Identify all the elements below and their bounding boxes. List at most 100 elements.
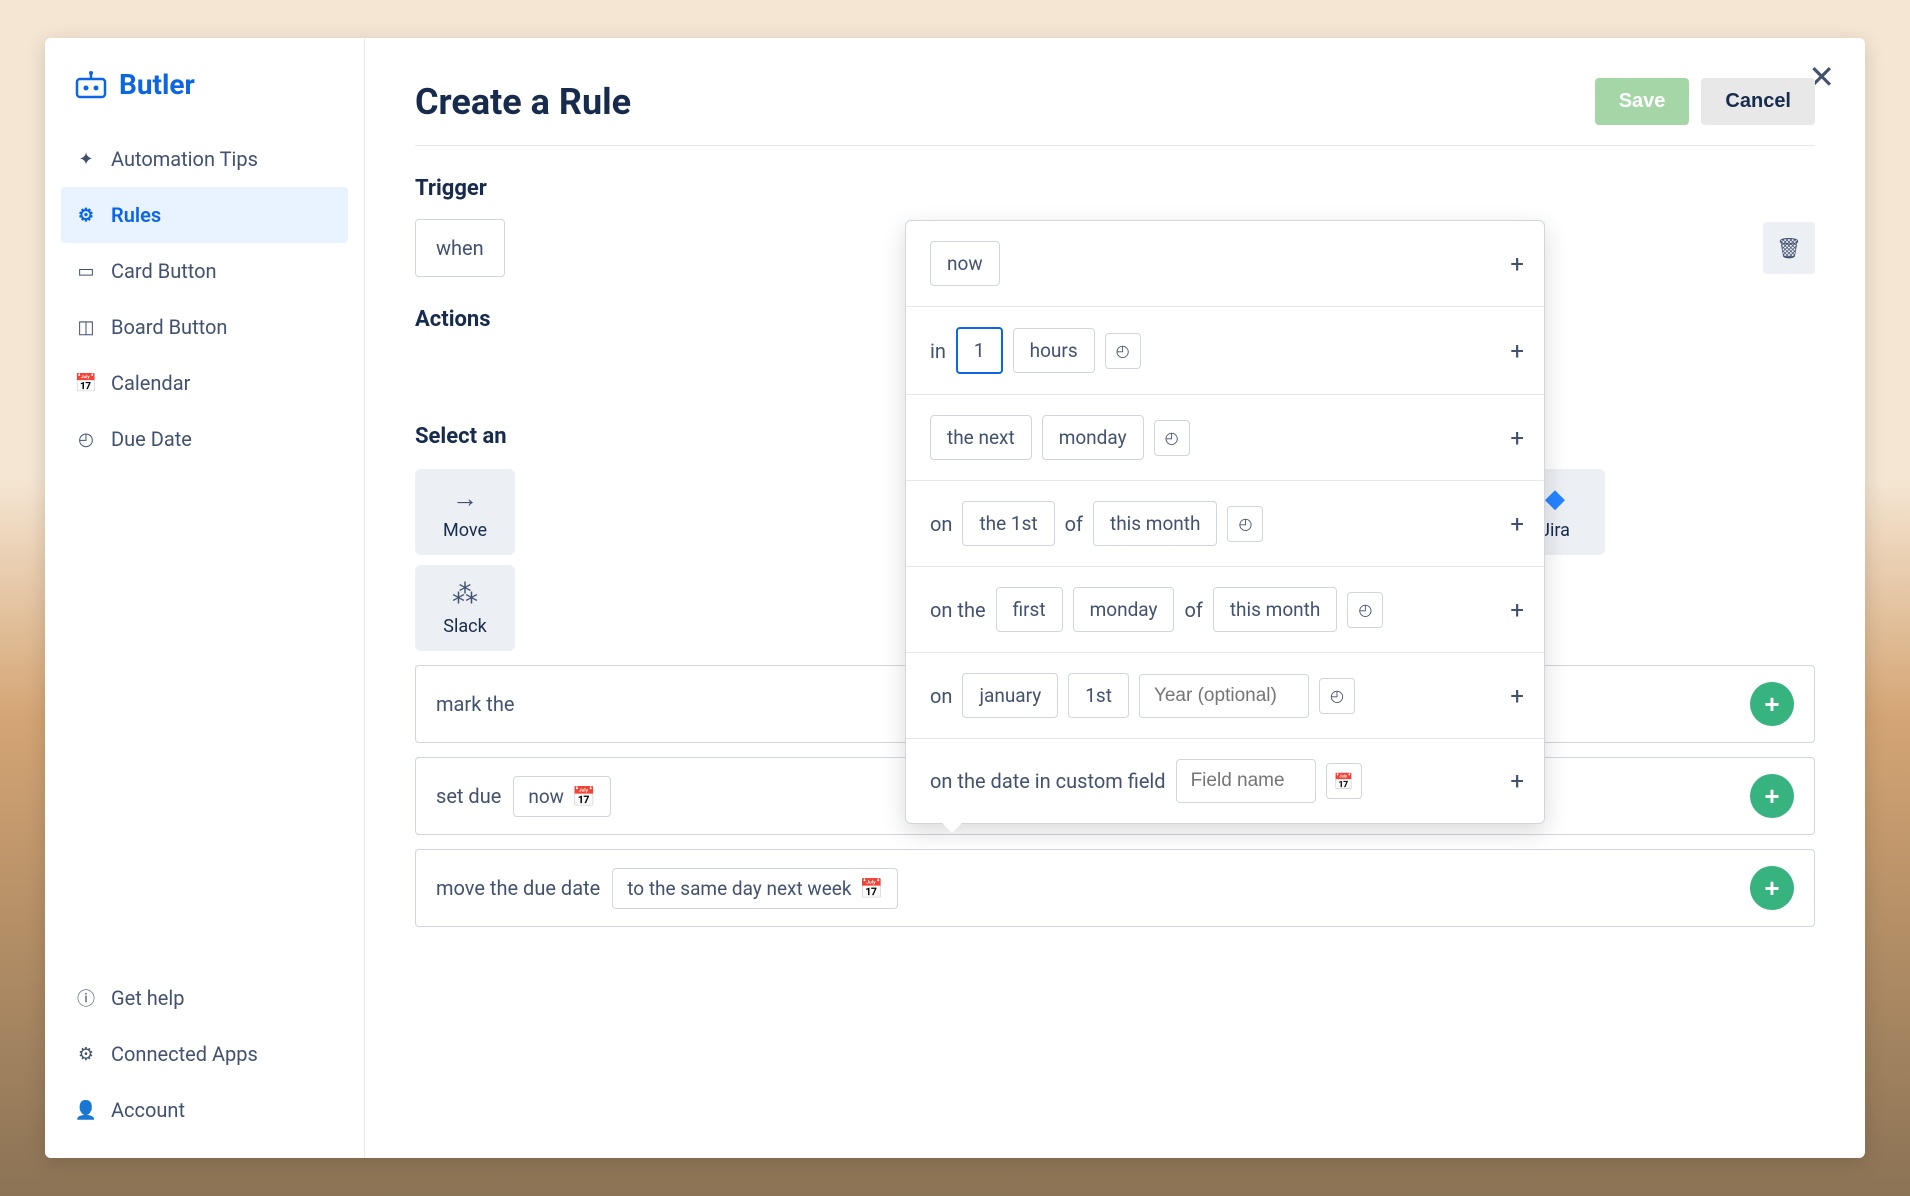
add-option-button[interactable]: + (1510, 596, 1524, 624)
field-name-input[interactable] (1176, 759, 1316, 803)
sidebar-item-due-date[interactable]: ◴ Due Date (45, 411, 364, 467)
page-title: Create a Rule (415, 81, 631, 123)
sidebar-item-connected-apps[interactable]: ⚙ Connected Apps (45, 1026, 364, 1082)
sidebar-item-account[interactable]: 👤 Account (45, 1082, 364, 1138)
action-text: set due (436, 784, 501, 808)
when-label: when (436, 236, 484, 260)
brand: Butler (45, 58, 364, 131)
add-action-button[interactable]: + (1750, 866, 1794, 910)
cancel-button[interactable]: Cancel (1701, 78, 1815, 125)
token-unit[interactable]: hours (1013, 328, 1095, 373)
slack-icon: ⁂ (452, 580, 478, 610)
sidebar-nav: ✦ Automation Tips ⚙Rules ▭ Card Button ◫ Bo… (45, 131, 364, 970)
prefix-text: in (930, 339, 946, 363)
add-option-button[interactable]: + (1510, 682, 1524, 710)
action-row-move-due: move the due date to the same day next w… (415, 849, 1815, 927)
clock-icon[interactable]: ◴ (1154, 420, 1190, 456)
prefix-text: on (930, 512, 952, 536)
year-input[interactable] (1139, 674, 1309, 718)
token-the-next[interactable]: the next (930, 415, 1032, 460)
clock-icon[interactable]: ◴ (1227, 506, 1263, 542)
sidebar-item-label: Rules (111, 203, 161, 227)
popover-row-in-hours: in 1 hours ◴ + (906, 307, 1544, 395)
token-weekday[interactable]: monday (1073, 587, 1175, 632)
add-action-button[interactable]: + (1750, 682, 1794, 726)
popover-row-on-date: on the 1st of this month ◴ + (906, 481, 1544, 567)
card-icon: ▭ (75, 260, 97, 282)
sidebar: Butler ✦Automation Tips ⚙Rules ▭Card But… (45, 38, 365, 1158)
add-option-button[interactable]: + (1510, 424, 1524, 452)
header: Create a Rule Save Cancel (415, 78, 1815, 146)
brand-name: Butler (119, 68, 195, 101)
info-icon: ⓘ (75, 987, 97, 1009)
clock-icon[interactable]: ◴ (1319, 678, 1355, 714)
calendar-icon[interactable]: 📅 (1326, 763, 1362, 799)
clock-icon[interactable]: ◴ (1347, 592, 1383, 628)
sidebar-item-card-button[interactable]: ▭ Card Button (45, 243, 364, 299)
token-month[interactable]: this month (1213, 587, 1338, 632)
tile-move[interactable]: →Move (415, 469, 515, 555)
sidebar-item-label: Get help (111, 986, 184, 1010)
clock-icon: ◴ (75, 428, 97, 450)
trash-icon: 🗑 (1776, 236, 1801, 261)
calendar-icon: 📅 (859, 877, 883, 900)
add-option-button[interactable]: + (1510, 767, 1524, 795)
popover-row-on-the-weekday: on the first monday of this month ◴ + (906, 567, 1544, 653)
sidebar-item-rules[interactable]: ⚙Rules (61, 187, 348, 243)
prefix-text: on the date in custom field (930, 769, 1166, 793)
popover-row-now: now + (906, 221, 1544, 307)
sidebar-item-board-button[interactable]: ◫ Board Button (45, 299, 364, 355)
add-action-button[interactable]: + (1750, 774, 1794, 818)
token-day[interactable]: 1st (1068, 673, 1129, 718)
prefix-text: on (930, 684, 952, 708)
token-ordinal[interactable]: first (996, 587, 1063, 632)
token-number[interactable]: 1 (956, 327, 1003, 374)
tile-slack[interactable]: ⁂Slack (415, 565, 515, 651)
sidebar-item-calendar[interactable]: 📅Calendar (45, 355, 364, 411)
calendar-icon: 📅 (75, 372, 97, 394)
clock-icon[interactable]: ◴ (1105, 333, 1141, 369)
sidebar-item-automation-tips[interactable]: ✦ Automation Tips (45, 131, 364, 187)
token-weekday[interactable]: monday (1042, 415, 1144, 460)
board-icon: ◫ (75, 316, 97, 338)
gear-icon: ⚙ (75, 1043, 97, 1065)
token-ordinal[interactable]: the 1st (962, 501, 1054, 546)
mid-text: of (1065, 512, 1083, 536)
sidebar-item-label: Account (111, 1098, 185, 1122)
date-picker-popover: now + in 1 hours ◴ + the next monday ◴ +… (905, 220, 1545, 824)
save-button[interactable]: Save (1595, 78, 1690, 125)
popover-row-next-day: the next monday ◴ + (906, 395, 1544, 481)
token-now[interactable]: now (930, 241, 1000, 286)
sidebar-item-label: Board Button (111, 315, 227, 339)
due-token[interactable]: now📅 (513, 776, 610, 817)
jira-icon: ◆ (1545, 484, 1565, 514)
popover-row-on-month-day: on january 1st ◴ + (906, 653, 1544, 739)
token-month-name[interactable]: january (962, 673, 1058, 718)
sparkle-icon: ✦ (75, 148, 97, 170)
mid-text: of (1184, 598, 1202, 622)
arrow-right-icon: → (452, 483, 478, 514)
sidebar-item-label: Due Date (111, 427, 192, 451)
main-content: Create a Rule Save Cancel Trigger when 🗑… (365, 38, 1865, 1158)
prefix-text: on the (930, 598, 986, 622)
header-buttons: Save Cancel (1595, 78, 1815, 125)
user-icon: 👤 (75, 1099, 97, 1121)
sidebar-footer: ⓘ Get help ⚙ Connected Apps 👤 Account (45, 970, 364, 1138)
action-text: move the due date (436, 876, 600, 900)
sidebar-item-help[interactable]: ⓘ Get help (45, 970, 364, 1026)
butler-logo-icon (75, 71, 107, 99)
delete-trigger-button[interactable]: 🗑 (1763, 222, 1815, 274)
add-option-button[interactable]: + (1510, 510, 1524, 538)
move-due-token[interactable]: to the same day next week📅 (612, 868, 898, 909)
trigger-section-label: Trigger (415, 176, 1815, 201)
action-text: mark the (436, 692, 514, 716)
app-window: ✕ Butler ✦Automation Tips ⚙Rules ▭Card B… (45, 38, 1865, 1158)
sidebar-item-label: Connected Apps (111, 1042, 258, 1066)
sidebar-item-label: Card Button (111, 259, 217, 283)
add-option-button[interactable]: + (1510, 250, 1524, 278)
add-option-button[interactable]: + (1510, 337, 1524, 365)
trigger-when-box[interactable]: when (415, 219, 505, 277)
token-month[interactable]: this month (1093, 501, 1218, 546)
sidebar-item-label: Automation Tips (111, 147, 258, 171)
popover-row-custom-field: on the date in custom field 📅 + (906, 739, 1544, 823)
